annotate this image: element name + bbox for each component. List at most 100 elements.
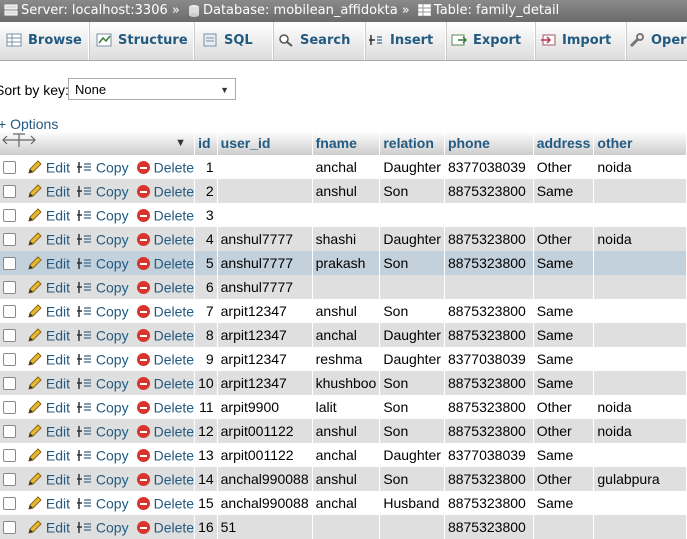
table-row[interactable]: Edit Copy Delete 1 anchal Daughter 8377038039…	[0, 155, 687, 179]
cell-phone[interactable]: 8377038039	[444, 347, 534, 371]
cell-address[interactable]: Same	[533, 251, 595, 275]
cell-relation[interactable]: Husband	[379, 491, 445, 515]
row-checkbox[interactable]	[3, 401, 16, 415]
edit-action[interactable]: Edit	[27, 422, 70, 440]
cell-fname[interactable]	[312, 275, 381, 299]
column-header-user-id[interactable]: user_id	[217, 131, 313, 155]
cell-phone[interactable]	[444, 203, 534, 227]
copy-action[interactable]: Copy	[76, 206, 129, 224]
cell-other[interactable]: noida	[593, 227, 687, 251]
edit-action[interactable]: Edit	[27, 446, 70, 464]
cell-phone[interactable]: 8875323800	[444, 371, 534, 395]
cell-address[interactable]	[533, 275, 595, 299]
cell-user-id[interactable]	[217, 179, 313, 203]
table-row[interactable]: Edit Copy Delete 14 anchal990088 anshul Son 88…	[0, 467, 687, 491]
cell-other[interactable]	[593, 251, 687, 275]
copy-action[interactable]: Copy	[76, 350, 129, 368]
column-header-fname[interactable]: fname	[312, 131, 381, 155]
cell-other[interactable]	[593, 515, 687, 539]
cell-address[interactable]: Other	[533, 395, 595, 419]
cell-user-id[interactable]: arpit001122	[217, 419, 313, 443]
row-checkbox[interactable]	[3, 425, 16, 439]
edit-action[interactable]: Edit	[27, 470, 70, 488]
cell-id[interactable]: 16	[194, 515, 218, 539]
cell-phone[interactable]	[444, 275, 534, 299]
edit-action[interactable]: Edit	[27, 398, 70, 416]
column-header-id[interactable]: id	[194, 131, 218, 155]
edit-action[interactable]: Edit	[27, 206, 70, 224]
copy-action[interactable]: Copy	[76, 254, 129, 272]
sort-menu-chevron-icon[interactable]: ▼	[175, 131, 186, 155]
table-row[interactable]: Edit Copy Delete 9 arpit12347 reshma Daughter…	[0, 347, 687, 371]
cell-relation[interactable]: Son	[379, 395, 445, 419]
table-row[interactable]: Edit Copy Delete 2 anshul Son 8875323800 Same	[0, 179, 687, 203]
edit-action[interactable]: Edit	[27, 518, 70, 536]
cell-phone[interactable]: 8875323800	[444, 323, 534, 347]
cell-id[interactable]: 3	[194, 203, 218, 227]
cell-relation[interactable]: Son	[379, 179, 445, 203]
cell-address[interactable]: Same	[533, 179, 595, 203]
tab-browse[interactable]: Browse	[0, 22, 89, 60]
delete-action[interactable]: Delete	[136, 494, 194, 512]
cell-fname[interactable]: anshul	[312, 179, 381, 203]
cell-user-id[interactable]: arpit12347	[217, 299, 313, 323]
delete-action[interactable]: Delete	[136, 278, 194, 296]
cell-relation[interactable]: Son	[379, 467, 445, 491]
cell-fname[interactable]: khushboo	[312, 371, 381, 395]
edit-action[interactable]: Edit	[27, 302, 70, 320]
cell-relation[interactable]: Daughter	[379, 347, 445, 371]
copy-action[interactable]: Copy	[76, 302, 129, 320]
cell-relation[interactable]	[379, 275, 445, 299]
copy-action[interactable]: Copy	[76, 422, 129, 440]
cell-relation[interactable]	[379, 203, 445, 227]
cell-address[interactable]: Same	[533, 491, 595, 515]
cell-other[interactable]: noida	[593, 419, 687, 443]
cell-other[interactable]	[593, 347, 687, 371]
cell-relation[interactable]: Son	[379, 419, 445, 443]
row-checkbox[interactable]	[3, 329, 16, 343]
copy-action[interactable]: Copy	[76, 470, 129, 488]
cell-other[interactable]: noida	[593, 395, 687, 419]
delete-action[interactable]: Delete	[136, 254, 194, 272]
cell-fname[interactable]: anchal	[312, 155, 381, 179]
row-checkbox[interactable]	[3, 377, 16, 391]
table-row[interactable]: Edit Copy Delete 16 51 8875323800	[0, 515, 687, 539]
cell-address[interactable]: Same	[533, 347, 595, 371]
delete-action[interactable]: Delete	[136, 518, 194, 536]
cell-other[interactable]	[593, 371, 687, 395]
cell-id[interactable]: 7	[194, 299, 218, 323]
cell-user-id[interactable]: arpit001122	[217, 443, 313, 467]
cell-relation[interactable]: Daughter	[379, 443, 445, 467]
cell-id[interactable]: 13	[194, 443, 218, 467]
row-checkbox[interactable]	[3, 209, 16, 223]
cell-fname[interactable]: anshul	[312, 299, 381, 323]
cell-address[interactable]: Other	[533, 467, 595, 491]
cell-address[interactable]: Other	[533, 227, 595, 251]
cell-phone[interactable]: 8377038039	[444, 443, 534, 467]
cell-user-id[interactable]: 51	[217, 515, 313, 539]
options-toggle[interactable]: + Options	[0, 116, 58, 132]
tab-import[interactable]: Import	[533, 22, 626, 60]
edit-action[interactable]: Edit	[27, 494, 70, 512]
table-row[interactable]: Edit Copy Delete 12 arpit001122 anshul Son 887…	[0, 419, 687, 443]
cell-user-id[interactable]: arpit9900	[217, 395, 313, 419]
edit-action[interactable]: Edit	[27, 326, 70, 344]
table-row[interactable]: Edit Copy Delete 11 arpit9900 lalit Son 887532…	[0, 395, 687, 419]
tab-search[interactable]: Search	[269, 22, 365, 60]
edit-action[interactable]: Edit	[27, 374, 70, 392]
cell-user-id[interactable]: anchal990088	[217, 491, 313, 515]
cell-user-id[interactable]: anshul7777	[217, 275, 313, 299]
delete-action[interactable]: Delete	[136, 398, 194, 416]
delete-action[interactable]: Delete	[136, 350, 194, 368]
row-checkbox[interactable]	[3, 257, 16, 271]
copy-action[interactable]: Copy	[76, 398, 129, 416]
cell-id[interactable]: 8	[194, 323, 218, 347]
cell-phone[interactable]: 8875323800	[444, 395, 534, 419]
row-checkbox[interactable]	[3, 305, 16, 319]
copy-action[interactable]: Copy	[76, 494, 129, 512]
row-checkbox[interactable]	[3, 497, 16, 511]
tab-operations[interactable]: Oper	[624, 22, 687, 60]
cell-address[interactable]: Same	[533, 323, 595, 347]
edit-action[interactable]: Edit	[27, 254, 70, 272]
cell-phone[interactable]: 8875323800	[444, 491, 534, 515]
